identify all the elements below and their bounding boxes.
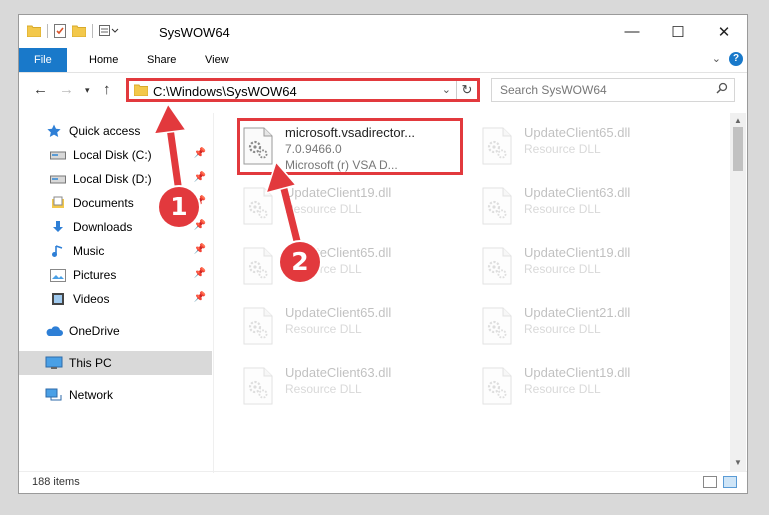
arrow-1 — [152, 102, 188, 189]
arrow-2 — [264, 160, 302, 249]
step-1-badge: 1 — [159, 187, 199, 227]
step-2-badge: 2 — [280, 242, 320, 282]
annotation-arrows — [152, 102, 302, 249]
